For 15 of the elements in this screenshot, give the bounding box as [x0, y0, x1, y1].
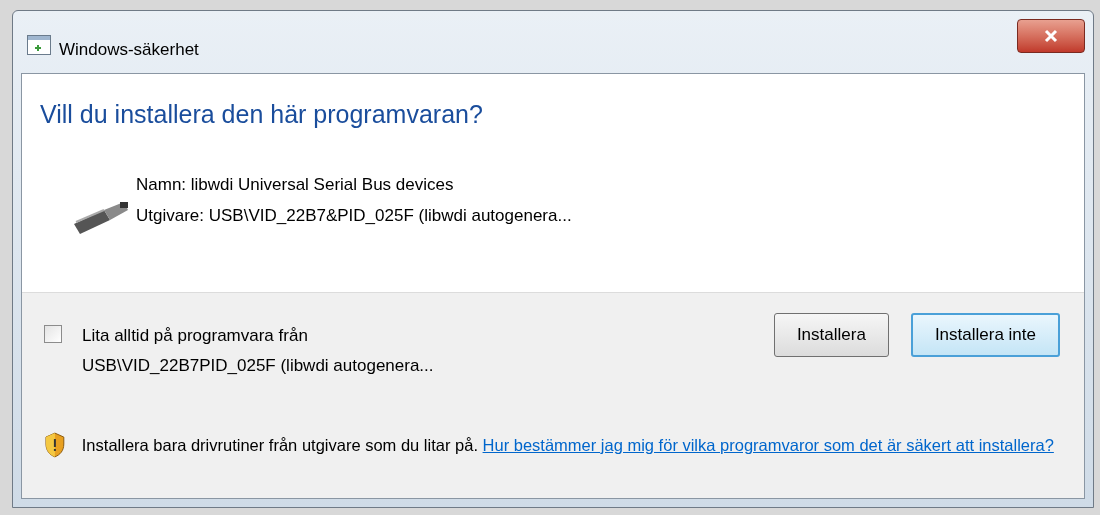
checkbox-label: Lita alltid på programvara från — [82, 325, 309, 347]
shield-icon — [44, 432, 66, 458]
dialog-button[interactable]: Installera inte — [910, 313, 1060, 357]
warning-text: Installera bara drivrutiner från utgivare som du litar på. Hur bestämmer jag mig för vilka programvaror som det är säkert att installera? — [81, 435, 1055, 456]
close-icon — [1044, 29, 1058, 43]
window-icon — [27, 35, 51, 55]
detail-text: Utgivare: USB\VID_22B7&PID_025F (libwdi autogenera... — [136, 205, 572, 227]
help-link[interactable]: Hur bestämmer jag mig för vilka programvaror som det är säkert att installera? — [482, 436, 1054, 454]
detail-text: Namn: libwdi Universal Serial Bus devices — [136, 173, 455, 196]
publisher-source: USB\VID_22B7PID_025F (libwdi autogenera... — [82, 354, 434, 377]
dialog-button[interactable]: Installera — [773, 313, 889, 357]
dialog-heading: Vill du installera den här programvaran? — [40, 99, 484, 130]
checkbox[interactable] — [44, 325, 62, 343]
close-button[interactable] — [1017, 19, 1085, 53]
window-title: Windows-säkerhet — [59, 39, 199, 61]
